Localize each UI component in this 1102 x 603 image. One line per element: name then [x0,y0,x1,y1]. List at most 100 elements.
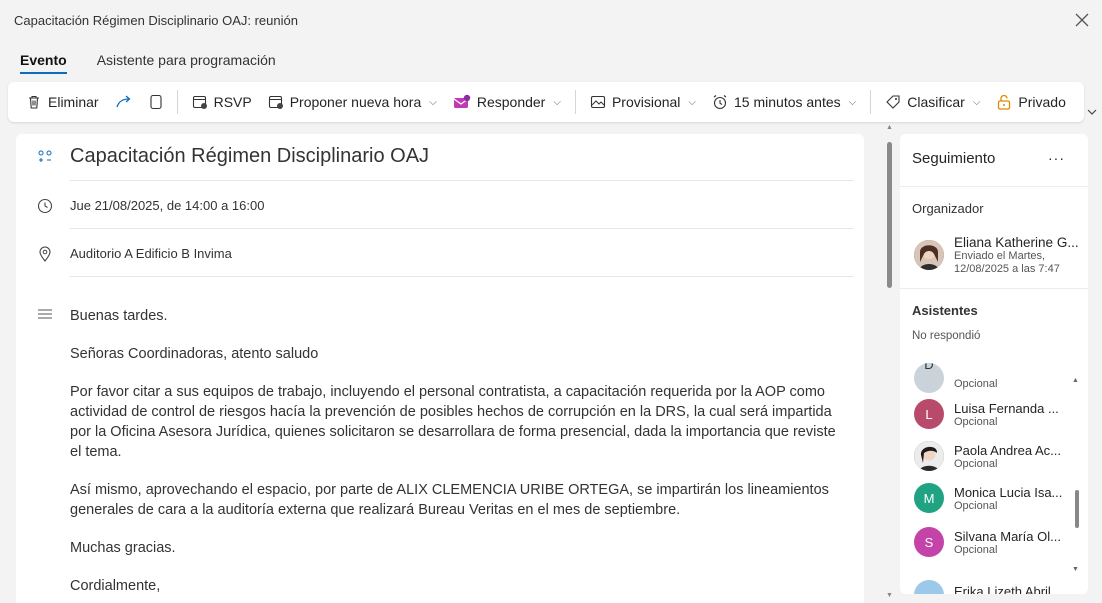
attendee-name: Monica Lucia Isa... [954,484,1063,500]
rsvp-label: RSVP [213,94,252,110]
respond-label: Responder [476,94,546,110]
ribbon-expand-chevron-icon[interactable] [1086,104,1100,118]
tab-evento[interactable]: Evento [20,52,67,74]
trash-icon [29,95,39,109]
tab-asistente-programacion[interactable]: Asistente para programación [97,52,276,74]
divider [900,186,1088,187]
divider [70,276,854,277]
window-titlebar: Capacitación Régimen Disciplinario OAJ: … [0,0,1102,40]
organizer-sent-line2: 12/08/2025 a las 7:47 [954,262,1060,275]
organizer-name: Eliana Katherine G... [954,234,1079,250]
chevron-down-icon: ⌵ [553,96,561,108]
forward-arrow-icon [115,95,131,108]
delete-label: Eliminar [48,94,99,110]
divider [70,228,854,229]
attendee-info: Paola Andrea Ac... Opcional [954,443,1061,470]
avatar: S [914,527,944,557]
body-paragraph: Señoras Coordinadoras, atento saludo [70,346,319,362]
attendee-role: Opcional [954,415,998,428]
lock-icon [998,94,1011,110]
divider [70,180,854,181]
more-options-icon[interactable]: ··· [1048,150,1065,166]
body-paragraph: Buenas tardes. [70,308,168,324]
attendee-role: Opcional [954,378,998,390]
chevron-down-icon: ⌵ [688,96,697,108]
subject-row: Capacitación Régimen Disciplinario OAJ [16,134,864,180]
chevron-down-icon: ⌵ [848,96,857,108]
tag-icon [886,95,900,109]
propose-time-button[interactable]: Proponer nueva hora ⌵ [260,87,445,117]
close-icon[interactable] [1072,10,1092,30]
chevron-down-icon: ⌵ [972,96,981,108]
tab-bar: Evento Asistente para programación [20,52,276,74]
attendee-name: Erika Lizeth Abril [954,583,1051,595]
no-response-heading: No respondió [912,330,981,342]
tracking-title: Seguimiento [912,150,996,167]
delete-button[interactable]: Eliminar [18,87,107,117]
scroll-down-arrow-icon[interactable]: ▼ [886,592,893,599]
event-series-icon [36,148,54,166]
alarm-clock-icon [713,95,727,110]
scroll-up-arrow-icon[interactable]: ▲ [886,124,893,131]
copy-icon [150,94,162,110]
organizer-person[interactable]: Eliana Katherine G... Enviado el Martes,… [914,235,1079,275]
forward-button[interactable] [107,87,141,117]
attendee-info: Monica Lucia Isa... Opcional [954,485,1062,512]
status-image-icon [590,95,605,109]
attendee-info: Erika Lizeth Abril [954,570,1051,595]
copy-button[interactable] [141,87,171,117]
attendee-role: Opcional [954,499,998,512]
rsvp-button[interactable]: RSVP [184,87,260,117]
attendee-scrollbar-thumb[interactable] [1075,490,1079,528]
respond-button[interactable]: Responder ⌵ [445,87,569,117]
avatar: D [914,363,944,393]
organizer-sent-line1: Enviado el Martes, [954,249,1046,262]
status-dropdown[interactable]: Provisional ⌵ [582,87,704,117]
body-paragraph: Así mismo, aprovechando el espacio, por … [70,482,829,518]
avatar [914,240,944,270]
private-toggle[interactable]: Privado [988,87,1073,117]
body-paragraph: Por favor citar a sus equipos de trabajo… [70,384,836,460]
classify-label: Clasificar [907,94,965,110]
attendee-item[interactable]: S Silvana María Ol... Opcional [914,522,1061,562]
attendee-scroll-up-icon[interactable]: ▲ [1072,377,1079,384]
ribbon-separator [870,90,872,114]
clock-icon [36,197,54,215]
avatar [914,580,944,594]
event-subject: Capacitación Régimen Disciplinario OAJ [70,145,430,167]
attendee-name: Paola Andrea Ac... [954,442,1061,458]
attendee-item[interactable]: M Monica Lucia Isa... Opcional [914,478,1062,518]
propose-label: Proponer nueva hora [289,94,422,110]
ribbon-separator [176,90,178,114]
private-label: Privado [1018,94,1066,110]
command-ribbon: Eliminar RSVP Proponer nueva hora ⌵ Resp… [8,82,1084,122]
window-title: Capacitación Régimen Disciplinario OAJ: … [14,12,298,28]
main-scrollbar-thumb[interactable] [887,142,892,288]
tracking-panel: Seguimiento ··· Organizador Eliana Kathe… [900,134,1088,594]
divider [900,288,1088,289]
respond-mail-icon [453,94,471,108]
location-pin-icon [36,245,54,263]
chevron-down-icon: ⌵ [429,96,437,108]
attendee-role: Opcional [954,457,998,470]
attendee-item[interactable]: L Luisa Fernanda ... Opcional [914,394,1059,434]
avatar: M [914,483,944,513]
datetime-row: Jue 21/08/2025, de 14:00 a 16:00 [16,183,864,229]
avatar: L [914,399,944,429]
event-location[interactable]: Auditorio A Edificio B Invima [70,246,232,261]
location-row: Auditorio A Edificio B Invima [16,231,864,277]
status-label: Provisional [611,94,681,110]
attendee-role: Opcional [954,543,998,556]
attendee-info: Luisa Fernanda ... Opcional [954,401,1059,428]
attendee-name: Luisa Fernanda ... [954,400,1059,416]
reminder-dropdown[interactable]: 15 minutos antes ⌵ [704,87,864,117]
attendee-info: Silvana María Ol... Opcional [954,529,1061,556]
attendee-item[interactable]: Erika Lizeth Abril [914,564,1051,594]
avatar [914,441,944,471]
attendee-scroll-down-icon[interactable]: ▼ [1072,566,1079,573]
body-paragraph: Muchas gracias. [70,540,176,556]
attendee-item[interactable]: D Opcional [914,358,997,398]
attendee-item[interactable]: Paola Andrea Ac... Opcional [914,436,1061,476]
event-details-card: Capacitación Régimen Disciplinario OAJ J… [16,134,864,603]
classify-dropdown[interactable]: Clasificar ⌵ [877,87,988,117]
